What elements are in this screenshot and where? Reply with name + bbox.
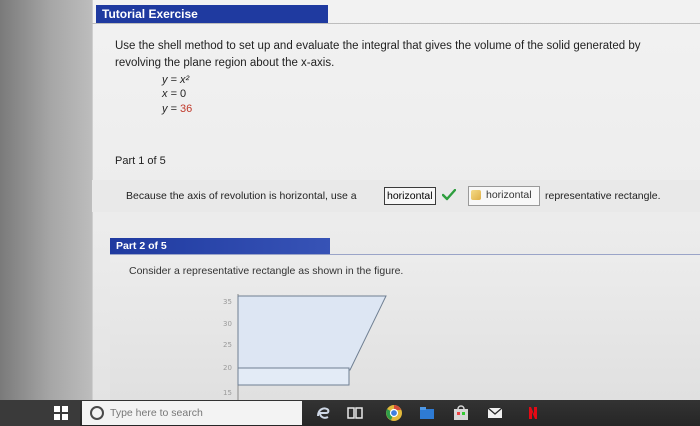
- windows-icon[interactable]: [54, 406, 68, 420]
- chrome-icon[interactable]: [385, 404, 403, 422]
- taskbar-search-placeholder: Type here to search: [110, 407, 203, 419]
- netflix-icon[interactable]: [524, 404, 542, 422]
- task-view-icon[interactable]: [346, 404, 364, 422]
- mail-icon[interactable]: [486, 404, 504, 422]
- correct-check-icon: [442, 189, 456, 201]
- representative-rectangle: [237, 367, 350, 386]
- y-tick-label: 15: [223, 389, 232, 397]
- y-tick-label: 30: [223, 320, 232, 328]
- part-1-statement: Because the axis of revolution is horizo…: [126, 190, 357, 202]
- file-explorer-icon[interactable]: [418, 404, 436, 422]
- y-tick-label: 20: [223, 364, 232, 372]
- edge-icon[interactable]: [314, 404, 332, 422]
- header-divider: [92, 23, 700, 24]
- equation-3-rhs: 36: [180, 103, 193, 115]
- part-2-header: Part 2 of 5: [110, 238, 330, 254]
- part-1-label: Part 1 of 5: [115, 155, 166, 167]
- monitor-bezel: [0, 0, 92, 400]
- store-icon[interactable]: [452, 404, 470, 422]
- part-1-answer-field[interactable]: horizontal: [384, 187, 436, 205]
- cortana-icon[interactable]: [90, 406, 104, 420]
- tutorial-exercise-header: Tutorial Exercise: [96, 5, 328, 23]
- pencil-icon: [471, 190, 481, 200]
- part-2-instructions: Consider a representative rectangle as s…: [129, 265, 404, 277]
- equation-2: x = 0: [162, 88, 187, 100]
- equation-3-lhs: y: [162, 103, 168, 115]
- equation-2-lhs: x: [162, 88, 168, 100]
- y-tick-label: 35: [223, 298, 232, 306]
- equation-1-rhs: x²: [180, 74, 190, 86]
- y-tick-label: 25: [223, 341, 232, 349]
- start-button[interactable]: [0, 400, 80, 426]
- region-figure: 35 30 25 20 15: [223, 294, 387, 400]
- shaded-region: [237, 295, 387, 371]
- answer-reveal-value: horizontal: [486, 189, 532, 201]
- equation-1: y = x²: [162, 74, 190, 86]
- equation-2-rhs: 0: [180, 88, 187, 100]
- part-1-suffix: representative rectangle.: [545, 190, 661, 202]
- equation-1-lhs: y: [162, 74, 168, 86]
- equation-3: y = 36: [162, 103, 193, 115]
- problem-prompt: Use the shell method to set up and evalu…: [115, 40, 641, 69]
